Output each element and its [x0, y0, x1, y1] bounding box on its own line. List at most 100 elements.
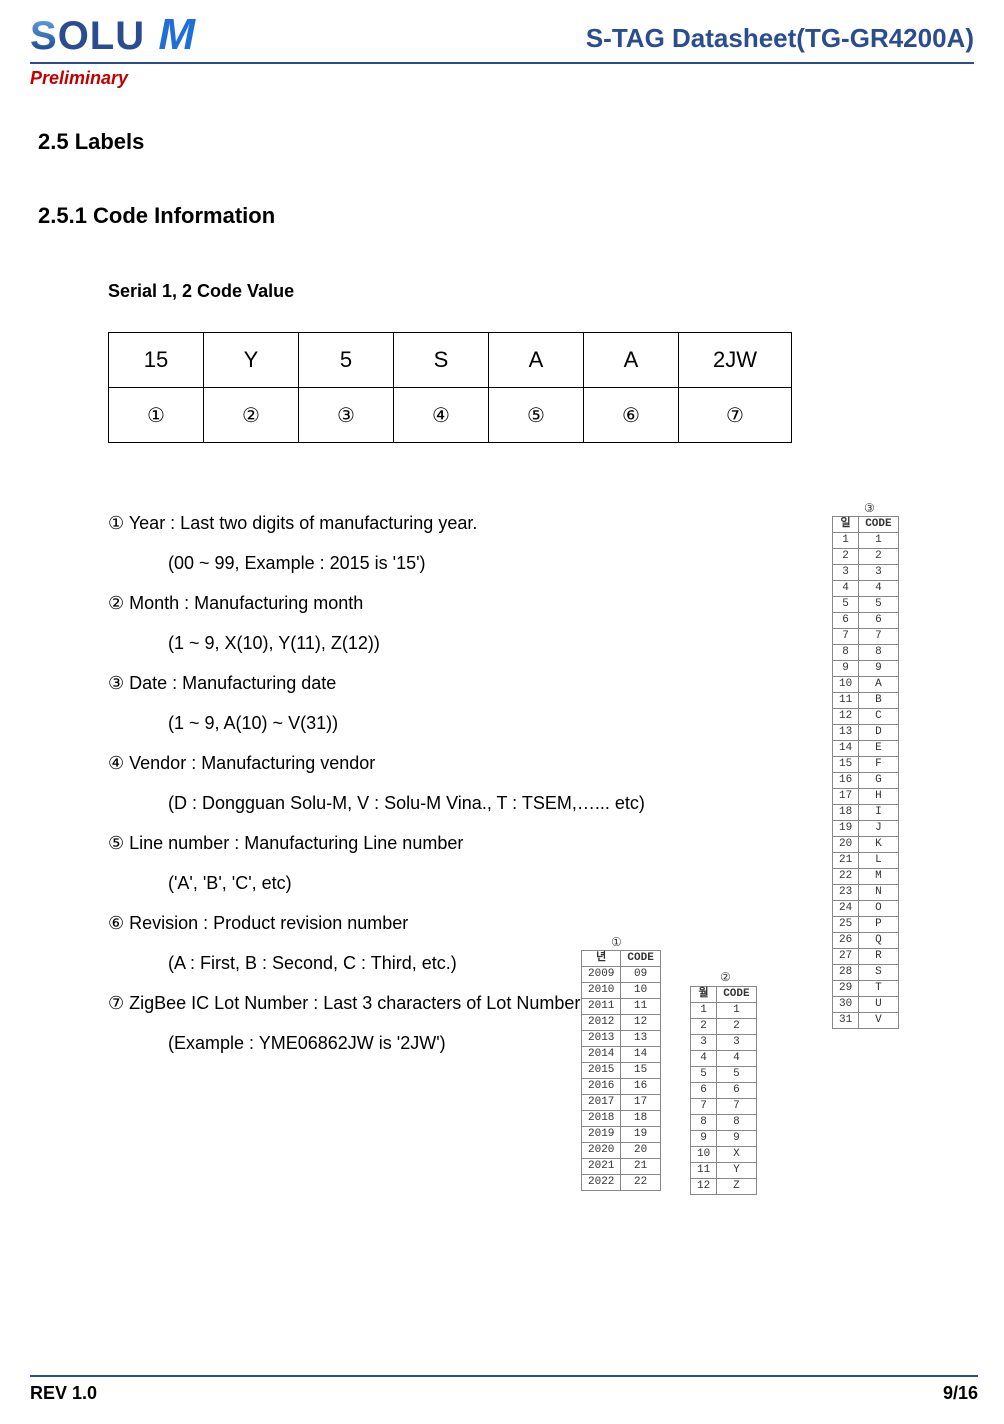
table-row: 201212 [582, 1015, 661, 1031]
cell: 2 [691, 1019, 717, 1035]
cell: 8 [833, 645, 859, 661]
cell: R [859, 949, 898, 965]
table-row: 88 [691, 1115, 757, 1131]
table-row: 25P [833, 917, 899, 933]
cell: 2009 [582, 967, 621, 983]
mini-header: CODE [859, 517, 898, 533]
table-row: 22 [691, 1019, 757, 1035]
cell: 5 [691, 1067, 717, 1083]
cell: 1 [717, 1003, 756, 1019]
cell: 3 [691, 1035, 717, 1051]
cell: 2014 [582, 1047, 621, 1063]
cell: 21 [833, 853, 859, 869]
cell: 27 [833, 949, 859, 965]
cell: 09 [621, 967, 660, 983]
table-row: 66 [691, 1083, 757, 1099]
table-row: 88 [833, 645, 899, 661]
cell: X [717, 1147, 756, 1163]
cell: 2 [833, 549, 859, 565]
cell: 18 [621, 1111, 660, 1127]
cell: Y [717, 1163, 756, 1179]
cell: Y [204, 333, 299, 388]
cell: F [859, 757, 898, 773]
cell: 11 [621, 999, 660, 1015]
cell: 2020 [582, 1143, 621, 1159]
cell: 16 [833, 773, 859, 789]
table-row: 55 [833, 597, 899, 613]
cell: N [859, 885, 898, 901]
cell: 24 [833, 901, 859, 917]
cell: 15 [833, 757, 859, 773]
cell: ⑦ [679, 388, 792, 443]
cell: 1 [691, 1003, 717, 1019]
cell: A [859, 677, 898, 693]
cell: 20 [833, 837, 859, 853]
mini-table-year: 년CODE20090920101020111120121220131320141… [581, 950, 661, 1191]
cell: 2017 [582, 1095, 621, 1111]
cell: 12 [621, 1015, 660, 1031]
cell: 22 [621, 1175, 660, 1191]
cell: 12 [691, 1179, 717, 1195]
table-row: 26Q [833, 933, 899, 949]
cell: P [859, 917, 898, 933]
mini-caption-3: ③ [864, 501, 875, 516]
footer: REV 1.0 9/16 [30, 1375, 978, 1404]
table-row: 27R [833, 949, 899, 965]
table-row: 201616 [582, 1079, 661, 1095]
cell: 4 [717, 1051, 756, 1067]
section-2-5-1: 2.5.1 Code Information [38, 203, 974, 229]
cell: ④ [394, 388, 489, 443]
cell: 29 [833, 981, 859, 997]
table-row: 18I [833, 805, 899, 821]
cell: M [859, 869, 898, 885]
cell: 8 [859, 645, 898, 661]
table-row: 13D [833, 725, 899, 741]
cell: ⑤ [489, 388, 584, 443]
cell: 15 [621, 1063, 660, 1079]
table-row: 17H [833, 789, 899, 805]
cell: 7 [833, 629, 859, 645]
table-row: 201313 [582, 1031, 661, 1047]
cell: T [859, 981, 898, 997]
cell: 2010 [582, 983, 621, 999]
table-row: 12Z [691, 1179, 757, 1195]
table-row: 200909 [582, 967, 661, 983]
table-row: 29T [833, 981, 899, 997]
def-sub: (Example : YME06862JW is '2JW') [168, 1023, 974, 1063]
table-row: 201111 [582, 999, 661, 1015]
mini-header: 월 [691, 987, 717, 1003]
cell: 6 [859, 613, 898, 629]
cell: 2019 [582, 1127, 621, 1143]
cell: 12 [833, 709, 859, 725]
table-row: 55 [691, 1067, 757, 1083]
table-row: 77 [833, 629, 899, 645]
table-row: 30U [833, 997, 899, 1013]
cell: 9 [717, 1131, 756, 1147]
cell: 5 [299, 333, 394, 388]
table-row: 24O [833, 901, 899, 917]
table-row: 201818 [582, 1111, 661, 1127]
mini-header: CODE [717, 987, 756, 1003]
cell: 2013 [582, 1031, 621, 1047]
logo-part-1: S [30, 14, 58, 58]
cell: 16 [621, 1079, 660, 1095]
table-row: 12C [833, 709, 899, 725]
table-row: 31V [833, 1013, 899, 1029]
cell: B [859, 693, 898, 709]
cell: 8 [717, 1115, 756, 1131]
table-row: 21L [833, 853, 899, 869]
page-number: 9/16 [943, 1383, 978, 1404]
mini-header: 일 [833, 517, 859, 533]
table-row: 201010 [582, 983, 661, 999]
cell: 2015 [582, 1063, 621, 1079]
cell: 5 [859, 597, 898, 613]
table-row: 201414 [582, 1047, 661, 1063]
serial-caption: Serial 1, 2 Code Value [108, 281, 974, 302]
cell: A [584, 333, 679, 388]
cell: 6 [833, 613, 859, 629]
cell: 30 [833, 997, 859, 1013]
table-row: 22 [833, 549, 899, 565]
cell: 10 [833, 677, 859, 693]
cell: U [859, 997, 898, 1013]
table-row: 44 [691, 1051, 757, 1067]
